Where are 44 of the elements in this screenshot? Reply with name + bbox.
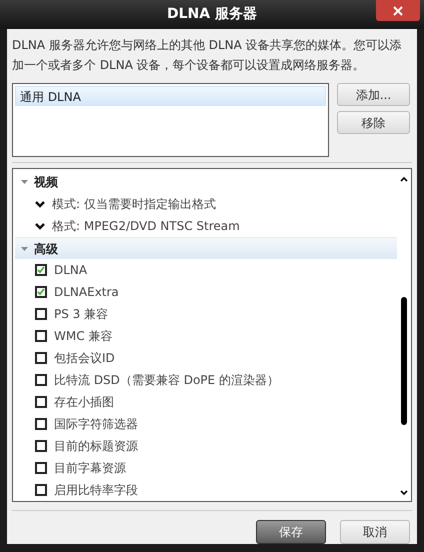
- checkbox-label: 目前字幕资源: [54, 460, 126, 477]
- checkbox-label: 比特流 DSD（需要兼容 DoPE 的渲染器）: [54, 372, 279, 389]
- section-title: 高级: [34, 240, 58, 258]
- checkbox-label: WMC 兼容: [54, 328, 112, 345]
- setting-value[interactable]: 模式: 仅当需要时指定输出格式: [52, 195, 216, 213]
- description-text: DLNA 服务器允许您与网络上的其他 DLNA 设备共享您的媒体。您可以添加一个或者多个 DLNA 设备，每个设备都可以设置成网络服务器。: [12, 37, 403, 74]
- checkbox[interactable]: [35, 374, 47, 386]
- checkbox-label: 国际字符筛选器: [54, 416, 138, 433]
- section-header[interactable]: 高级: [15, 237, 397, 259]
- scroll-down-icon: [400, 490, 408, 495]
- checkbox[interactable]: [35, 352, 47, 364]
- checkbox[interactable]: [35, 440, 47, 452]
- setting-value[interactable]: 格式: MPEG2/DVD NTSC Stream: [52, 217, 240, 235]
- checkbox[interactable]: [35, 418, 47, 430]
- checkbox-label: 目前的标题资源: [54, 438, 138, 455]
- close-button[interactable]: [376, 0, 420, 21]
- device-item[interactable]: 通用 DLNA: [15, 86, 326, 106]
- checkbox[interactable]: [35, 462, 47, 474]
- checkbox-label: PS 3 兼容: [54, 306, 108, 323]
- checkbox-label: 存在小插图: [54, 394, 114, 411]
- dialog-button[interactable]: 保存: [256, 520, 326, 544]
- checkbox[interactable]: [35, 396, 47, 408]
- dialog-button[interactable]: 添加...: [337, 83, 410, 106]
- close-icon: [393, 6, 403, 16]
- checkbox[interactable]: [35, 308, 47, 320]
- checkbox-label: 启用比特率字段: [54, 482, 138, 499]
- checkbox-label: 包括会议ID: [54, 350, 115, 367]
- dialog-button[interactable]: 取消: [340, 520, 410, 544]
- checkbox[interactable]: [35, 286, 47, 298]
- section-title: 视频: [34, 174, 58, 191]
- collapse-icon: [21, 246, 28, 252]
- checkbox-label: DLNAExtra: [54, 284, 119, 301]
- dialog-button[interactable]: 移除: [337, 111, 410, 134]
- scroll-up-icon: [400, 177, 408, 182]
- checkbox[interactable]: [35, 264, 47, 276]
- chevron-down-icon[interactable]: [35, 200, 45, 208]
- checkbox[interactable]: [35, 484, 47, 496]
- chevron-down-icon[interactable]: [35, 222, 45, 230]
- scrollbar-thumb[interactable]: [401, 297, 407, 425]
- checkbox[interactable]: [35, 330, 47, 342]
- checkbox-label: DLNA: [54, 262, 88, 279]
- section-header[interactable]: 视频: [15, 171, 397, 193]
- collapse-icon: [21, 179, 28, 185]
- window-title: DLNA 服务器: [167, 5, 257, 24]
